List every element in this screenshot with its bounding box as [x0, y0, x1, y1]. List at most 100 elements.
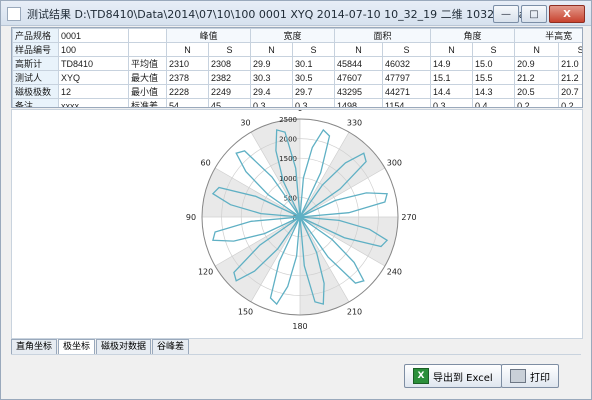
stat-cell: 43295	[334, 84, 384, 99]
title-bar: 测试结果 D:\TD8410\Data\2014\07\10\100 0001 …	[1, 1, 591, 26]
angle-tick-label: 300	[387, 159, 402, 168]
ns-header: N	[430, 42, 474, 57]
ns-header: N	[166, 42, 209, 57]
stat-corner	[128, 42, 167, 57]
stat-cell: 20.9	[514, 56, 560, 71]
summary-label: 样品编号	[12, 42, 59, 57]
stat-cell: 29.7	[292, 84, 336, 99]
stat-row-label: 标准差	[128, 98, 167, 107]
tab-valley-peak-diff[interactable]: 谷峰差	[152, 339, 190, 354]
stat-cell: 21.2	[514, 70, 560, 85]
stat-cell: 20.7	[558, 84, 582, 99]
angle-tick-label: 330	[347, 119, 362, 128]
stat-row-label: 最小值	[128, 84, 167, 99]
excel-icon: X	[413, 368, 429, 384]
summary-value: 100	[58, 42, 129, 57]
stat-cell: 29.4	[250, 84, 294, 99]
stat-cell: 1154	[382, 98, 432, 107]
stat-cell: 0.2	[558, 98, 582, 107]
ns-header: S	[207, 42, 252, 57]
print-label: 打印	[530, 372, 550, 384]
group-header-angle: 角度	[430, 28, 516, 43]
angle-tick-label: 0	[297, 110, 302, 113]
stat-cell: 30.1	[292, 56, 336, 71]
close-button[interactable]: X	[549, 5, 585, 23]
export-excel-button[interactable]: X 导出到 Excel	[404, 364, 502, 388]
summary-label: 产品规格	[12, 28, 59, 43]
group-header-area: 面积	[334, 28, 432, 43]
stat-cell: 45844	[334, 56, 384, 71]
stat-cell: 1498	[334, 98, 384, 107]
stat-cell: 47607	[334, 70, 384, 85]
ns-header: S	[472, 42, 516, 57]
stat-cell: 46032	[382, 56, 432, 71]
angle-tick-label: 90	[186, 213, 196, 222]
stat-cell: 2382	[207, 70, 252, 85]
stat-cell: 14.9	[430, 56, 474, 71]
printer-icon	[510, 369, 526, 383]
summary-value: 0001	[58, 28, 129, 43]
minimize-button[interactable]: —	[493, 5, 519, 23]
stat-cell: 45	[207, 98, 252, 107]
results-table: 产品规格 0001 峰值 宽度 面积 角度 半高宽 样品编号 100 N S N…	[12, 28, 582, 107]
stat-row-label: 最大值	[128, 70, 167, 85]
angle-tick-label: 180	[292, 322, 307, 331]
summary-label: 磁极极数	[12, 84, 59, 99]
stat-cell: 2310	[166, 56, 209, 71]
stat-cell: 15.0	[472, 56, 516, 71]
stat-cell: 15.5	[472, 70, 516, 85]
angle-tick-label: 210	[347, 307, 362, 316]
angle-tick-label: 30	[240, 119, 250, 128]
stat-cell: 30.3	[250, 70, 294, 85]
ns-header: N	[514, 42, 560, 57]
angle-tick-label: 270	[401, 213, 416, 222]
stat-cell: 47797	[382, 70, 432, 85]
stat-cell: 30.5	[292, 70, 336, 85]
summary-value: TD8410	[58, 56, 129, 71]
chart-tabs: 直角坐标 极坐标 磁极对数据 谷峰差	[11, 339, 190, 354]
window-controls: — □ X	[493, 5, 585, 23]
polar-chart: 0306090120150180210240270300330050010001…	[186, 104, 417, 331]
stat-cell: 2228	[166, 84, 209, 99]
window-title: 测试结果 D:\TD8410\Data\2014\07\10\100 0001 …	[27, 8, 530, 21]
stat-cell: 29.9	[250, 56, 294, 71]
summary-value: 12	[58, 84, 129, 99]
ns-header: N	[250, 42, 294, 57]
stat-cell: 44271	[382, 84, 432, 99]
stat-cell: 2249	[207, 84, 252, 99]
stat-cell: 0.3	[250, 98, 294, 107]
angle-tick-label: 150	[238, 307, 253, 316]
tab-pole-pair-data[interactable]: 磁极对数据	[96, 339, 152, 354]
stat-cell: 14.4	[430, 84, 474, 99]
summary-value: xxxx	[58, 98, 129, 107]
summary-label: 高斯计	[12, 56, 59, 71]
print-button[interactable]: 打印	[501, 364, 559, 388]
summary-label: 测试人	[12, 70, 59, 85]
stat-cell: 54	[166, 98, 209, 107]
maximize-button[interactable]: □	[521, 5, 547, 23]
stat-cell: 0.2	[514, 98, 560, 107]
stat-row-label: 平均值	[128, 56, 167, 71]
results-table-container: 产品规格 0001 峰值 宽度 面积 角度 半高宽 样品编号 100 N S N…	[11, 27, 583, 108]
polar-chart-panel: 0306090120150180210240270300330050010001…	[11, 104, 583, 339]
test-results-window: 测试结果 D:\TD8410\Data\2014\07\10\100 0001 …	[0, 0, 592, 400]
group-header-fwhm: 半高宽	[514, 28, 582, 43]
export-excel-label: 导出到 Excel	[433, 372, 493, 384]
stat-cell: 21.0	[558, 56, 582, 71]
stat-cell: 0.3	[430, 98, 474, 107]
bottom-toolbar: X 导出到 Excel 打印	[11, 354, 581, 393]
stat-cell: 15.1	[430, 70, 474, 85]
stat-cell: 14.3	[472, 84, 516, 99]
stat-cell: 2308	[207, 56, 252, 71]
polar-sector	[300, 132, 385, 217]
ns-header: N	[334, 42, 384, 57]
stat-cell: 0.4	[472, 98, 516, 107]
summary-value: XYQ	[58, 70, 129, 85]
tab-cartesian[interactable]: 直角坐标	[11, 339, 58, 354]
stat-cell: 2378	[166, 70, 209, 85]
polar-sector	[215, 217, 300, 302]
group-header-width: 宽度	[250, 28, 336, 43]
ns-header: S	[292, 42, 336, 57]
ns-header: S	[558, 42, 582, 57]
tab-polar[interactable]: 极坐标	[58, 339, 96, 354]
